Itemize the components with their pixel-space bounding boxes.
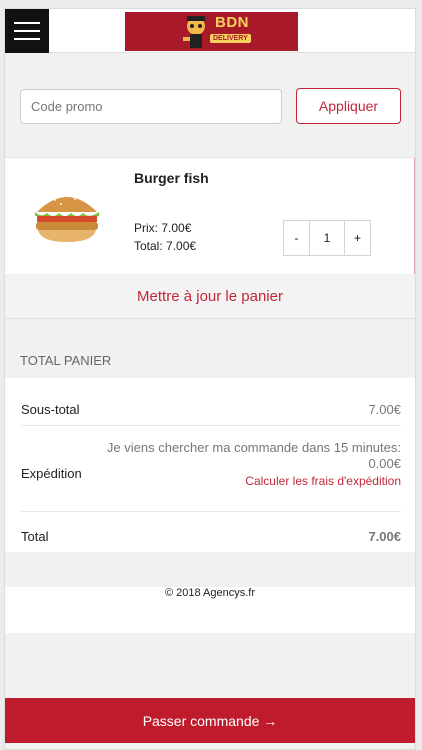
checkout-button[interactable]: Passer commande → [5, 698, 415, 743]
cart-item: Burger fish Prix: 7.00€ Total: 7.00€ - 1… [5, 157, 415, 274]
total-row: Total 7.00€ [21, 512, 401, 552]
product-total: Total: 7.00€ [134, 239, 197, 253]
increase-quantity-button[interactable]: + [345, 221, 370, 255]
update-cart-bar: Mettre à jour le panier [5, 275, 415, 319]
update-cart-button[interactable]: Mettre à jour le panier [137, 275, 283, 319]
apply-promo-button[interactable]: Appliquer [296, 88, 401, 124]
product-name[interactable]: Burger fish [134, 170, 209, 186]
app-header: BDN DELIVERY [5, 9, 415, 53]
logo-name: BDN [215, 14, 249, 31]
promo-code-input[interactable] [20, 89, 282, 124]
product-price: Prix: 7.00€ [134, 221, 192, 235]
mascot-icon [183, 16, 205, 48]
calculate-shipping-link[interactable]: Calculer les frais d'expédition [245, 474, 401, 488]
app-frame: BDN DELIVERY Appliquer Burger fish Prix:… [4, 8, 416, 750]
cart-totals-heading: TOTAL PANIER [20, 353, 112, 368]
hamburger-menu-icon[interactable] [5, 9, 49, 53]
quantity-stepper: - 1 + [283, 220, 371, 256]
total-label: Total [21, 529, 49, 544]
subtotal-value: 7.00€ [368, 402, 401, 417]
footer-copyright: © 2018 Agencys.fr [5, 587, 415, 633]
quantity-value[interactable]: 1 [309, 221, 345, 255]
decrease-quantity-button[interactable]: - [284, 221, 309, 255]
total-value: 7.00€ [368, 529, 401, 544]
logo-tagline: DELIVERY [210, 34, 251, 43]
burger-image [35, 195, 99, 242]
shipping-row: Expédition Je viens chercher ma commande… [21, 426, 401, 512]
shipping-note: Je viens chercher ma commande dans 15 mi… [106, 440, 401, 471]
subtotal-row: Sous-total 7.00€ [21, 378, 401, 426]
brand-logo[interactable]: BDN DELIVERY [125, 12, 298, 51]
subtotal-label: Sous-total [21, 402, 80, 417]
shipping-label: Expédition [21, 466, 82, 481]
cart-totals: Sous-total 7.00€ Expédition Je viens che… [5, 378, 415, 552]
